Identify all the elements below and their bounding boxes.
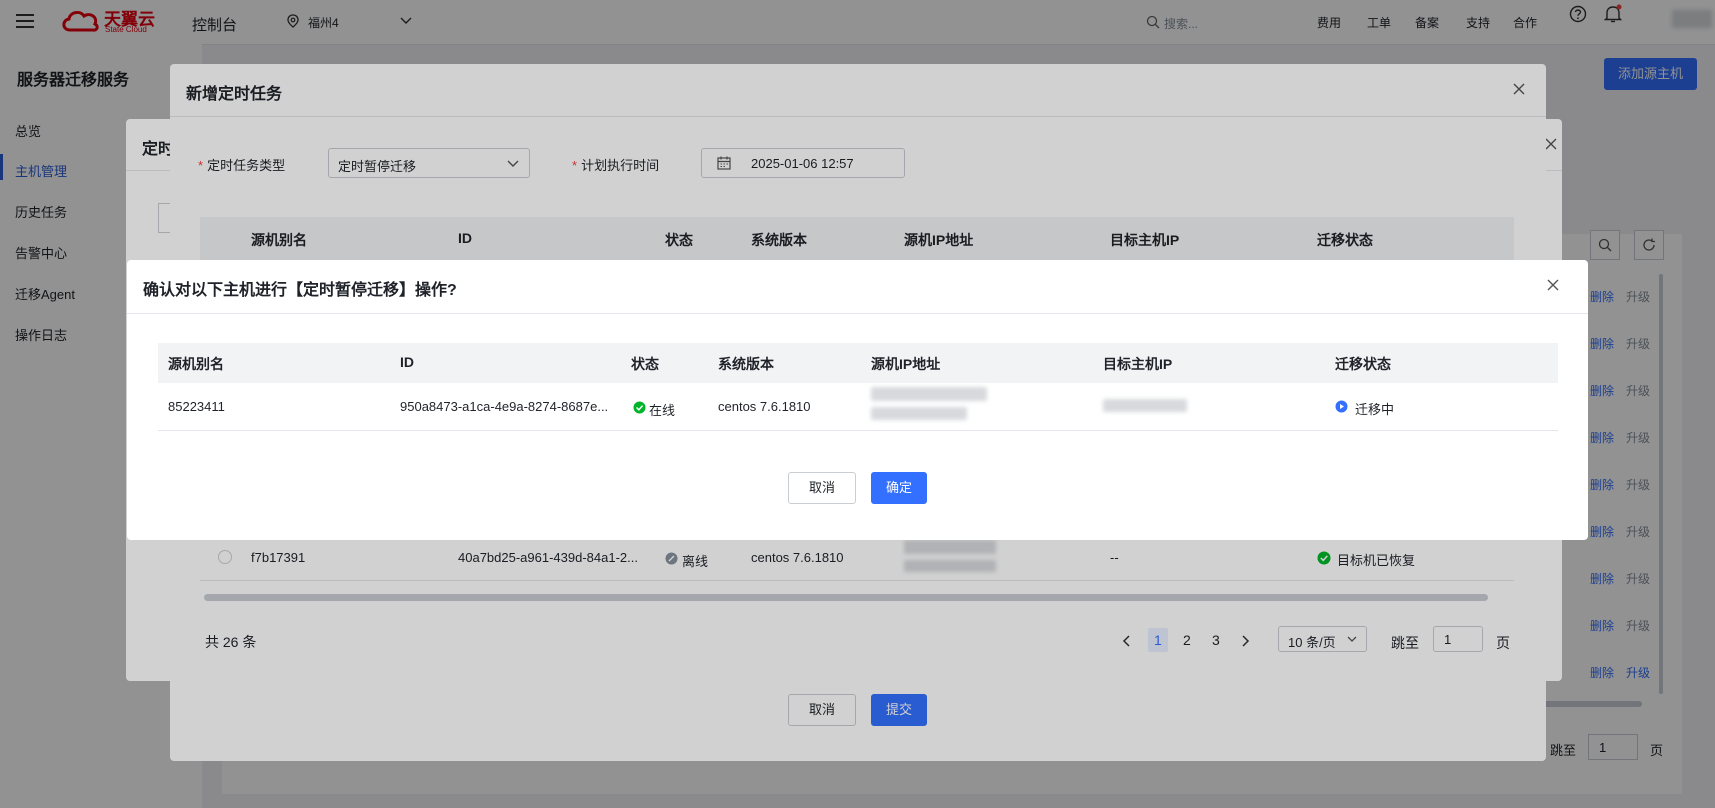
row-id: 950a8473-a1ca-4e9a-8274-8687e... — [400, 399, 609, 414]
col-os: 系统版本 — [718, 356, 774, 372]
dialog-header: 确认对以下主机进行【定时暂停迁移】操作? — [127, 260, 1588, 314]
source-ip-redacted — [871, 387, 987, 401]
row-os: centos 7.6.1810 — [718, 399, 811, 414]
col-target-ip: 目标主机IP — [1103, 356, 1173, 372]
row-migration-status: 迁移中 — [1355, 402, 1395, 417]
col-status: 状态 — [631, 356, 659, 372]
row-alias: 85223411 — [168, 399, 225, 414]
table-row: 85223411 950a8473-a1ca-4e9a-8274-8687e..… — [158, 383, 1558, 430]
confirm-table-header: 源机别名 ID 状态 系统版本 源机IP地址 目标主机IP 迁移状态 — [158, 343, 1558, 383]
migrating-status-icon — [1335, 400, 1348, 413]
row-status: 在线 — [649, 403, 676, 418]
row-divider — [158, 430, 1558, 431]
online-status-icon — [633, 401, 646, 414]
col-alias: 源机别名 — [168, 356, 224, 372]
dialog-title: 确认对以下主机进行【定时暂停迁移】操作? — [143, 282, 457, 299]
close-icon[interactable] — [1546, 278, 1560, 292]
source-ip-redacted — [871, 407, 967, 420]
col-id: ID — [400, 354, 414, 370]
col-migration-status: 迁移状态 — [1335, 356, 1391, 372]
target-ip-redacted — [1103, 399, 1187, 412]
confirm-dialog: 确认对以下主机进行【定时暂停迁移】操作? 源机别名 ID 状态 系统版本 源机I… — [127, 260, 1588, 540]
col-source-ip: 源机IP地址 — [871, 356, 941, 372]
cancel-button[interactable]: 取消 — [788, 472, 856, 504]
confirm-ok-button[interactable]: 确定 — [871, 472, 927, 504]
